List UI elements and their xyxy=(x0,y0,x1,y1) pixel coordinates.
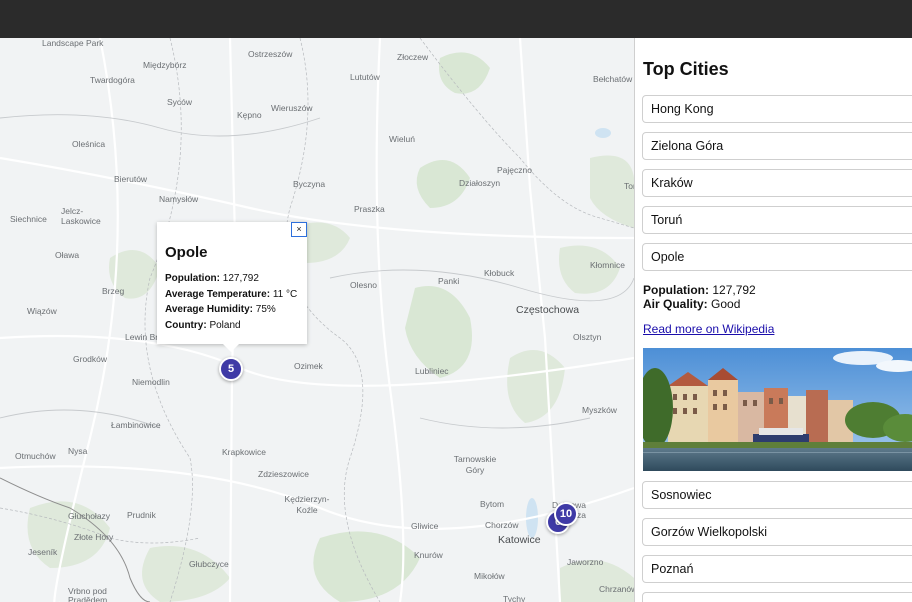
city-photo xyxy=(643,348,912,471)
map-label: Łambinowice xyxy=(111,420,161,430)
map-label: Otmuchów xyxy=(15,451,56,461)
map-label: Wieruszów xyxy=(271,103,313,113)
popup-temperature-value: 11 °C xyxy=(272,288,298,300)
map-label: Krapkowice xyxy=(222,447,266,457)
map-label: Twardogóra xyxy=(90,75,135,85)
city-list-item[interactable]: Poznań xyxy=(642,555,912,583)
map-label: Jeseník xyxy=(28,547,58,557)
map-label: Olsztyn xyxy=(573,332,602,342)
map-label: Chorzów xyxy=(485,520,519,530)
map-label: Międzybórz xyxy=(143,60,187,70)
map-label: Bytom xyxy=(480,499,505,509)
map-label: Nysa xyxy=(68,446,88,456)
map-label: Złoczew xyxy=(397,52,429,62)
popup-humidity-value: 75% xyxy=(255,304,276,315)
map-label: Tychy xyxy=(503,594,526,602)
city-popup: × Opole Population: 127,792 Average Temp… xyxy=(157,222,307,352)
map-label: Kępno xyxy=(237,110,262,120)
map-label: Głubczyce xyxy=(189,559,229,569)
map-label: Brzeg xyxy=(102,286,125,296)
city-list-item-selected[interactable]: Opole xyxy=(642,243,912,271)
map-label: Praszka xyxy=(354,204,385,214)
map-cluster-marker[interactable]: 10 xyxy=(554,502,578,526)
map-label: Syców xyxy=(167,97,193,107)
map-label: Prudnik xyxy=(127,510,156,520)
city-info: Population: 127,792 Air Quality: Good xyxy=(643,283,756,311)
map-label: Oleśnica xyxy=(72,139,106,149)
map-label: Ozimek xyxy=(294,361,323,371)
map-label: Katowice xyxy=(498,534,541,546)
info-population: Population: 127,792 xyxy=(643,283,756,297)
browser-top-bar xyxy=(0,0,912,38)
map-label: Grodków xyxy=(73,354,108,364)
map-label: Landscape Park xyxy=(42,38,104,48)
top-cities-sidebar: Top Cities Hong Kong Zielona Góra Kraków… xyxy=(634,38,912,602)
map-label: Mikołów xyxy=(474,571,505,581)
info-air-quality-value: Good xyxy=(711,297,741,311)
map-label: Siechnice xyxy=(10,214,47,224)
map-label: Knurów xyxy=(414,550,443,560)
map-label: Vrbno pod Pradědem xyxy=(68,586,108,602)
map-label: Wieluń xyxy=(389,134,415,144)
map-label: Zdzieszowice xyxy=(258,469,310,479)
popup-population: Population: 127,792 xyxy=(165,271,299,287)
map-label: Byczyna xyxy=(293,179,326,189)
sidebar-title: Top Cities xyxy=(643,59,729,79)
popup-humidity-label: Average Humidity: xyxy=(165,304,253,315)
popup-population-value: 127,792 xyxy=(222,273,259,284)
map-label: Oława xyxy=(55,250,80,260)
city-list-item[interactable]: Zielona Góra xyxy=(642,132,912,160)
info-population-value: 127,792 xyxy=(712,283,756,297)
map-label: Gliwice xyxy=(411,521,439,531)
wikipedia-link[interactable]: Read more on Wikipedia xyxy=(643,322,774,336)
popup-temperature-label: Average Temperature: xyxy=(165,288,271,300)
map-label: Złote Hory xyxy=(74,532,114,542)
map-label: Bełchatów xyxy=(593,74,633,84)
map-label: Bierutów xyxy=(114,174,148,184)
info-air-quality: Air Quality: Good xyxy=(643,297,756,311)
popup-country-label: Country: xyxy=(165,319,207,331)
map-cluster-marker[interactable]: 5 xyxy=(219,357,243,381)
city-list-item[interactable]: Sosnowiec xyxy=(642,481,912,509)
popup-country: Country: Poland xyxy=(165,318,299,334)
popup-humidity: Average Humidity: 75% xyxy=(165,302,299,318)
map-label: Kędzierzyn-Koźle xyxy=(284,494,330,515)
city-list-item[interactable]: Toruń xyxy=(642,206,912,234)
map-label: Kłomnice xyxy=(590,260,625,270)
map-label: Myszków xyxy=(582,405,617,415)
map-label: Namysłów xyxy=(159,194,199,204)
map-label: Tarnowskie Góry xyxy=(453,454,497,475)
map-label: Niemodlin xyxy=(132,377,170,387)
map-label: Wiązów xyxy=(27,306,57,316)
map-label: Ostrzeszów xyxy=(248,49,293,59)
map-label: Chrzanów xyxy=(599,584,634,594)
map-label: Panki xyxy=(438,276,460,286)
map-label: Jaworzno xyxy=(567,557,604,567)
map-label: Częstochowa xyxy=(516,304,580,316)
map-label: Głuchołazy xyxy=(68,511,111,521)
popup-population-label: Population: xyxy=(165,273,220,284)
map-label: Olesno xyxy=(350,280,377,290)
map-label: Lubliniec xyxy=(415,366,449,376)
map-label: Kłobuck xyxy=(484,268,515,278)
map-label: Toruń xyxy=(624,181,634,191)
city-list-item[interactable]: Kraków xyxy=(642,169,912,197)
map-label: Działoszyn xyxy=(459,178,501,188)
map-label: Jelcz-Laskowice xyxy=(61,206,101,226)
popup-country-value: Poland xyxy=(209,319,241,331)
city-list-item[interactable] xyxy=(642,592,912,602)
info-air-quality-label: Air Quality: xyxy=(643,297,708,311)
city-list-item[interactable]: Gorzów Wielkopolski xyxy=(642,518,912,546)
popup-close-button[interactable]: × xyxy=(291,222,307,237)
popup-title: Opole xyxy=(165,244,208,261)
map-label: Pajęczno xyxy=(497,165,532,175)
map-view[interactable]: Landscape Park Międzybórz Ostrzeszów Zło… xyxy=(0,38,634,602)
city-list-item[interactable]: Hong Kong xyxy=(642,95,912,123)
info-population-label: Population: xyxy=(643,283,709,297)
popup-temperature: Average Temperature: 11 °C xyxy=(165,287,299,303)
map-label: Lututów xyxy=(350,72,380,82)
